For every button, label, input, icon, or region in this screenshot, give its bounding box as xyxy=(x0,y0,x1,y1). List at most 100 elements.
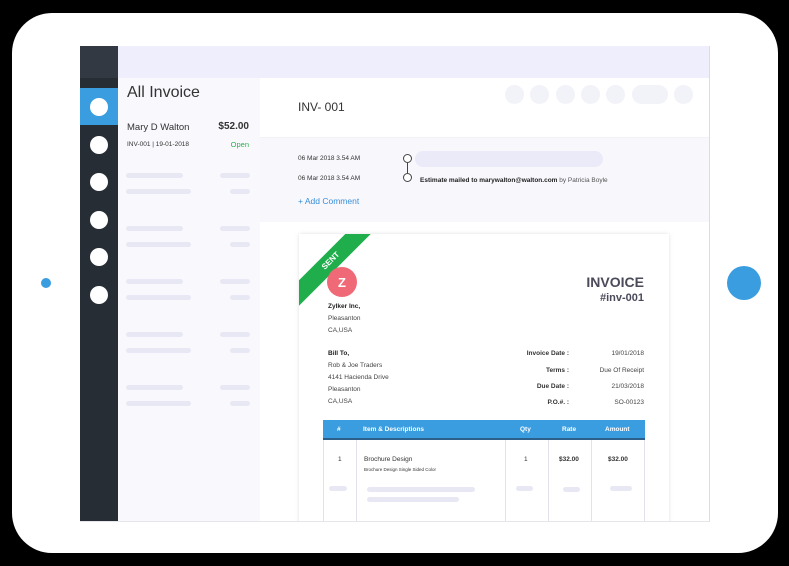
bill-to-label: Bill To, xyxy=(328,350,350,357)
nav-icon-2 xyxy=(90,135,108,154)
toolbar-button-4[interactable] xyxy=(581,85,600,104)
invoice-list-item[interactable]: Mary D Walton $52.00 INV-001 | 19-01-201… xyxy=(118,116,260,161)
invoice-list-panel: All Invoice Mary D Walton $52.00 INV-001… xyxy=(118,78,260,521)
toolbar-button-3[interactable] xyxy=(556,85,575,104)
activity-timeline: 06 Mar 2018 3.54 AM 06 Mar 2018 3.54 AM … xyxy=(260,138,709,222)
placeholder-line xyxy=(126,226,183,231)
placeholder-line xyxy=(230,295,250,300)
activity-time: 06 Mar 2018 3.54 AM xyxy=(298,155,361,162)
nav-sidebar xyxy=(80,46,118,521)
placeholder-line xyxy=(230,348,250,353)
col-header-qty: Qty xyxy=(520,426,531,433)
nav-item-4[interactable] xyxy=(80,201,118,238)
table-divider xyxy=(505,440,506,521)
top-bar xyxy=(118,46,709,78)
table-header: # Item & Descriptions Qty Rate Amount xyxy=(323,420,645,440)
placeholder-line xyxy=(367,487,475,492)
placeholder-line xyxy=(220,385,250,390)
toolbar-button-6[interactable] xyxy=(632,85,668,104)
placeholder-line xyxy=(126,279,183,284)
col-header-item: Item & Descriptions xyxy=(363,426,425,433)
nav-item-2[interactable] xyxy=(80,126,118,163)
app-screen: All Invoice Mary D Walton $52.00 INV-001… xyxy=(80,46,710,522)
placeholder-line xyxy=(230,189,250,194)
bill-to-line: CA,USA xyxy=(328,398,353,405)
activity-author: by Patricia Boyle xyxy=(559,177,608,184)
col-header-amount: Amount xyxy=(605,426,630,433)
meta-value: 19/01/2018 xyxy=(611,350,644,357)
meta-label: P.O.#. : xyxy=(547,399,569,406)
placeholder-line xyxy=(126,189,191,194)
nav-item-6[interactable] xyxy=(80,276,118,313)
nav-icon-1 xyxy=(90,97,108,116)
list-title: All Invoice xyxy=(127,84,200,101)
row-amount: $32.00 xyxy=(608,456,628,463)
placeholder-line xyxy=(126,348,191,353)
activity-placeholder xyxy=(415,151,603,167)
toolbar-button-2[interactable] xyxy=(530,85,549,104)
placeholder-line xyxy=(329,486,347,491)
company-logo: Z xyxy=(327,267,357,297)
placeholder-line xyxy=(126,295,191,300)
company-address-line: Pleasanton xyxy=(328,315,361,322)
detail-header: INV- 001 xyxy=(260,78,709,138)
customer-name: Mary D Walton xyxy=(127,122,190,133)
add-comment-link[interactable]: + Add Comment xyxy=(298,196,359,206)
document-number: #inv-001 xyxy=(599,292,644,304)
nav-logo-area xyxy=(80,46,118,78)
timeline-connector xyxy=(407,163,408,173)
meta-value: 21/03/2018 xyxy=(611,383,644,390)
nav-item-3[interactable] xyxy=(80,163,118,200)
toolbar-button-5[interactable] xyxy=(606,85,625,104)
col-header-rate: Rate xyxy=(562,426,577,433)
row-desc: Brochure Design Single Sided Color xyxy=(364,467,437,472)
table-divider xyxy=(356,440,357,521)
meta-label: Due Date : xyxy=(536,383,569,390)
table-divider xyxy=(591,440,592,521)
placeholder-line xyxy=(220,226,250,231)
invoice-meta: INV-001 | 19-01-2018 xyxy=(127,141,190,148)
mail-icon xyxy=(403,173,412,182)
nav-icon-4 xyxy=(90,210,108,229)
placeholder-line xyxy=(126,385,183,390)
placeholder-line xyxy=(563,487,580,492)
activity-message: Estimate mailed to marywalton@walton.com xyxy=(420,177,558,184)
row-num: 1 xyxy=(338,456,342,463)
meta-label: Terms : xyxy=(546,367,569,374)
col-header-num: # xyxy=(337,426,341,433)
placeholder-line xyxy=(516,486,533,491)
invoice-detail: INV- 001 06 Mar 2018 3.54 AM 06 Mar 2018… xyxy=(260,78,709,521)
placeholder-line xyxy=(220,332,250,337)
placeholder-line xyxy=(126,332,183,337)
meta-value: Due Of Receipt xyxy=(599,367,644,374)
row-rate: $32.00 xyxy=(559,456,579,463)
meta-value: SO-00123 xyxy=(614,399,644,406)
nav-icon-5 xyxy=(90,247,108,266)
invoice-amount: $52.00 xyxy=(218,121,249,132)
placeholder-line xyxy=(367,497,459,502)
bill-to-line: Rob & Joe Traders xyxy=(328,362,383,369)
placeholder-line xyxy=(610,486,632,491)
placeholder-line xyxy=(220,279,250,284)
toolbar-button-7[interactable] xyxy=(674,85,693,104)
placeholder-line xyxy=(126,173,183,178)
table-divider xyxy=(323,440,324,521)
toolbar-button-1[interactable] xyxy=(505,85,524,104)
row-qty: 1 xyxy=(524,456,528,463)
nav-icon-3 xyxy=(90,172,108,191)
placeholder-line xyxy=(230,401,250,406)
document-title: INVOICE xyxy=(586,274,644,290)
invoice-document: SENT Z Zylker Inc, Pleasanton CA,USA INV… xyxy=(299,234,669,521)
placeholder-line xyxy=(220,173,250,178)
placeholder-line xyxy=(230,242,250,247)
nav-item-5[interactable] xyxy=(80,238,118,275)
home-button[interactable] xyxy=(727,266,761,300)
activity-time: 06 Mar 2018 3.54 AM xyxy=(298,175,361,182)
meta-label: Invoice Date : xyxy=(526,350,569,357)
bill-to-line: 4141 Hacienda Drive xyxy=(328,374,389,381)
table-divider xyxy=(548,440,549,521)
placeholder-line xyxy=(126,401,191,406)
nav-item-invoices[interactable] xyxy=(80,88,118,125)
activity-text: Estimate mailed to marywalton@walton.com… xyxy=(420,177,608,184)
bill-to-line: Pleasanton xyxy=(328,386,361,393)
